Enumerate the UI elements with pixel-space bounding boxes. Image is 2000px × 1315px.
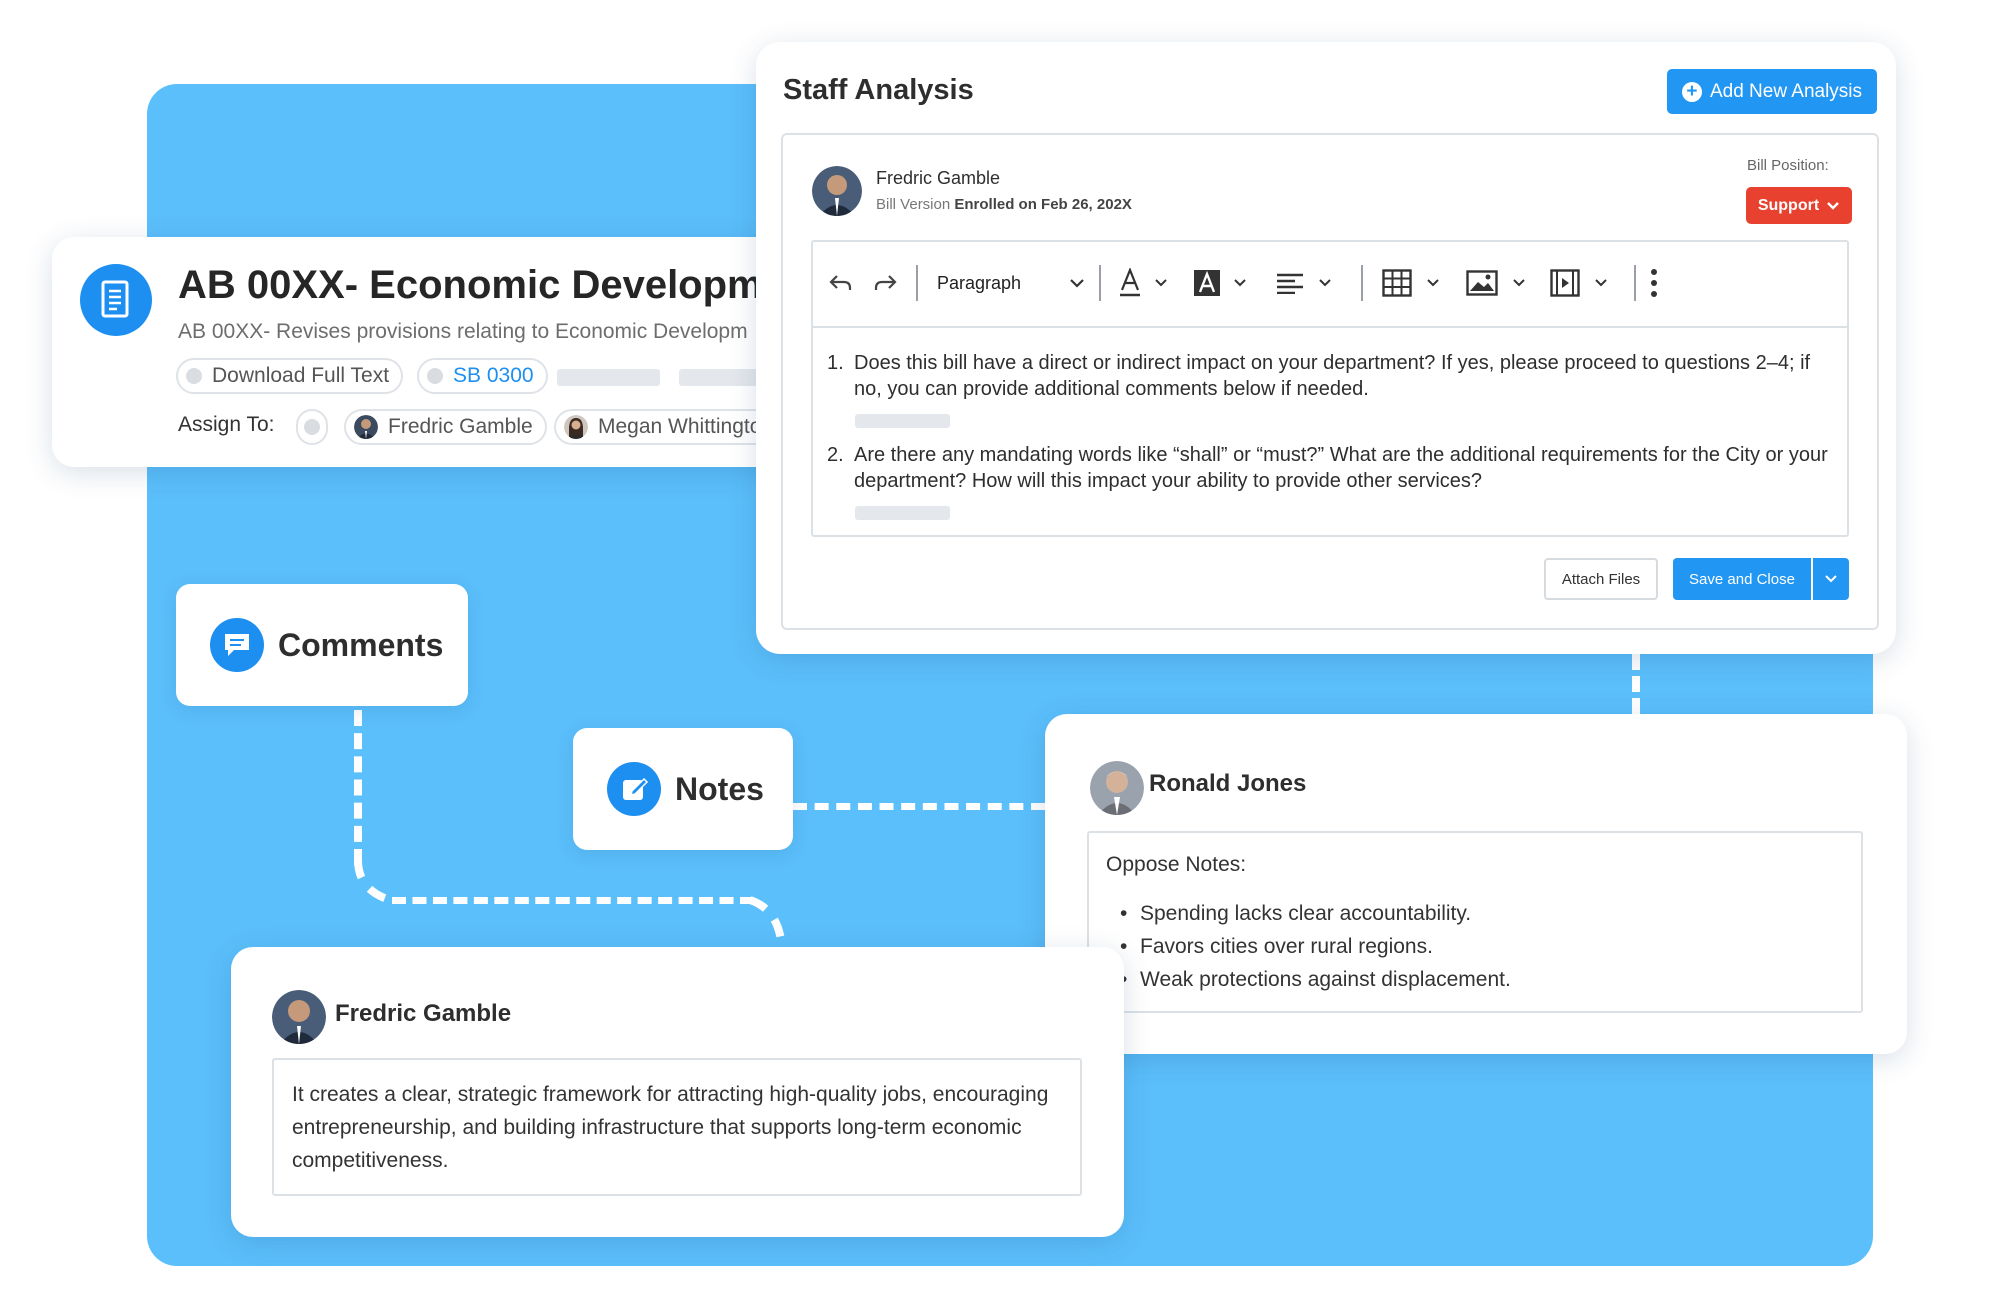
assign-label: Assign To: — [178, 413, 275, 436]
edit-note-icon — [607, 762, 661, 816]
connector-comments-down — [354, 710, 362, 865]
staff-analysis-title: Staff Analysis — [783, 74, 974, 106]
note-author: Ronald Jones — [1149, 770, 1307, 797]
add-new-analysis-label: Add New Analysis — [1709, 80, 1863, 102]
status-dot — [427, 368, 443, 384]
chat-bubble-icon — [210, 618, 264, 672]
toolbar-divider — [811, 326, 1849, 328]
assignee-megan[interactable]: Megan Whittingto — [554, 409, 759, 445]
paragraph-style-select[interactable]: Paragraph — [937, 264, 1085, 302]
download-full-text-button[interactable]: Download Full Text — [176, 358, 404, 394]
connector-bottom-horizontal — [392, 897, 754, 904]
answer-placeholder — [855, 506, 950, 520]
note-heading: Oppose Notes: — [1106, 853, 1247, 876]
alignment-button[interactable] — [1276, 264, 1332, 302]
video-icon — [1550, 269, 1580, 297]
question-number: 1. — [827, 352, 844, 374]
chevron-down-icon — [1319, 279, 1331, 287]
related-bill-label: SB 0300 — [453, 364, 534, 387]
assignee-name: Fredric Gamble — [388, 415, 533, 438]
bill-version-label: Bill Version — [876, 196, 951, 213]
add-new-analysis-button[interactable]: + Add New Analysis — [1667, 69, 1877, 114]
bill-version: Bill Version Enrolled on Feb 26, 202X — [876, 196, 1132, 213]
toolbar-separator — [1634, 265, 1636, 301]
list-item: Spending lacks clear accountability. — [1120, 897, 1511, 930]
avatar — [564, 415, 588, 439]
chevron-down-icon — [1070, 279, 1084, 288]
toolbar-separator — [1361, 265, 1363, 301]
placeholder-bar — [679, 369, 759, 386]
connector-staff-down — [1632, 654, 1640, 714]
undo-icon[interactable] — [828, 264, 854, 302]
question-text: Does this bill have a direct or indirect… — [854, 352, 1811, 400]
image-icon — [1466, 270, 1498, 296]
assignee-name: Megan Whittingto — [598, 415, 759, 438]
analysis-author: Fredric Gamble — [876, 168, 1001, 188]
text-color-button[interactable] — [1118, 264, 1168, 302]
connector-notes-right — [793, 803, 1045, 810]
chevron-down-icon — [1427, 279, 1439, 287]
placeholder-bar — [557, 369, 660, 386]
document-icon — [80, 264, 152, 336]
download-label: Download Full Text — [212, 364, 390, 387]
status-dot — [304, 419, 320, 435]
chevron-down-icon — [1234, 279, 1246, 287]
chevron-down-icon — [1827, 201, 1840, 210]
comments-tab[interactable]: Comments — [176, 584, 468, 706]
paragraph-style-label: Paragraph — [937, 272, 1022, 293]
insert-image-button[interactable] — [1466, 264, 1526, 302]
redo-icon[interactable] — [872, 264, 898, 302]
insert-table-button[interactable] — [1382, 264, 1440, 302]
question-2: 2. Are there any mandating words like “s… — [827, 442, 1837, 494]
bill-subtitle: AB 00XX- Revises provisions relating to … — [178, 320, 748, 343]
chevron-down-icon — [1513, 279, 1525, 287]
more-options-icon[interactable] — [1650, 264, 1658, 302]
comment-text: It creates a clear, strategic framework … — [292, 1083, 1049, 1172]
insert-media-button[interactable] — [1550, 264, 1608, 302]
status-dot — [186, 368, 202, 384]
highlight-color-button[interactable] — [1193, 264, 1247, 302]
notes-tab[interactable]: Notes — [573, 728, 793, 850]
comment-author: Fredric Gamble — [335, 1000, 512, 1027]
avatar — [354, 415, 378, 439]
list-item: Weak protections against displacement. — [1120, 963, 1511, 996]
toolbar-separator — [1099, 265, 1101, 301]
chevron-down-icon — [1155, 279, 1167, 287]
plus-icon: + — [1681, 81, 1702, 102]
chevron-down-icon — [1825, 575, 1837, 583]
list-item: Favors cities over rural regions. — [1120, 930, 1511, 963]
align-left-icon — [1277, 273, 1303, 294]
save-and-close-button[interactable]: Save and Close — [1673, 558, 1811, 600]
chevron-down-icon — [1595, 279, 1607, 287]
bill-position-value: Support — [1757, 196, 1820, 214]
question-text: Are there any mandating words like “shal… — [854, 444, 1828, 492]
assign-add-button[interactable] — [296, 409, 328, 445]
save-options-dropdown[interactable] — [1813, 558, 1849, 600]
bill-position-label: Bill Position: — [1747, 157, 1829, 174]
question-number: 2. — [827, 444, 844, 466]
connector-curve — [354, 860, 786, 950]
highlight-color-icon — [1194, 270, 1220, 296]
avatar — [1090, 761, 1144, 815]
bill-position-dropdown[interactable]: Support — [1746, 187, 1852, 224]
comments-label: Comments — [278, 626, 444, 663]
bill-version-value: Enrolled on Feb 26, 202X — [954, 196, 1132, 213]
table-icon — [1382, 269, 1412, 297]
avatar — [812, 166, 862, 216]
bill-title: AB 00XX- Economic Development — [178, 263, 823, 307]
question-1: 1. Does this bill have a direct or indir… — [827, 350, 1827, 402]
avatar — [272, 990, 326, 1044]
assignee-fredric[interactable]: Fredric Gamble — [344, 409, 547, 445]
text-color-icon — [1120, 268, 1140, 297]
attach-files-button[interactable]: Attach Files — [1544, 558, 1658, 600]
note-list: Spending lacks clear accountability. Fav… — [1120, 897, 1511, 996]
toolbar-separator — [916, 265, 918, 301]
notes-label: Notes — [675, 770, 764, 807]
related-bill-link[interactable]: SB 0300 — [417, 358, 548, 394]
answer-placeholder — [855, 414, 950, 428]
